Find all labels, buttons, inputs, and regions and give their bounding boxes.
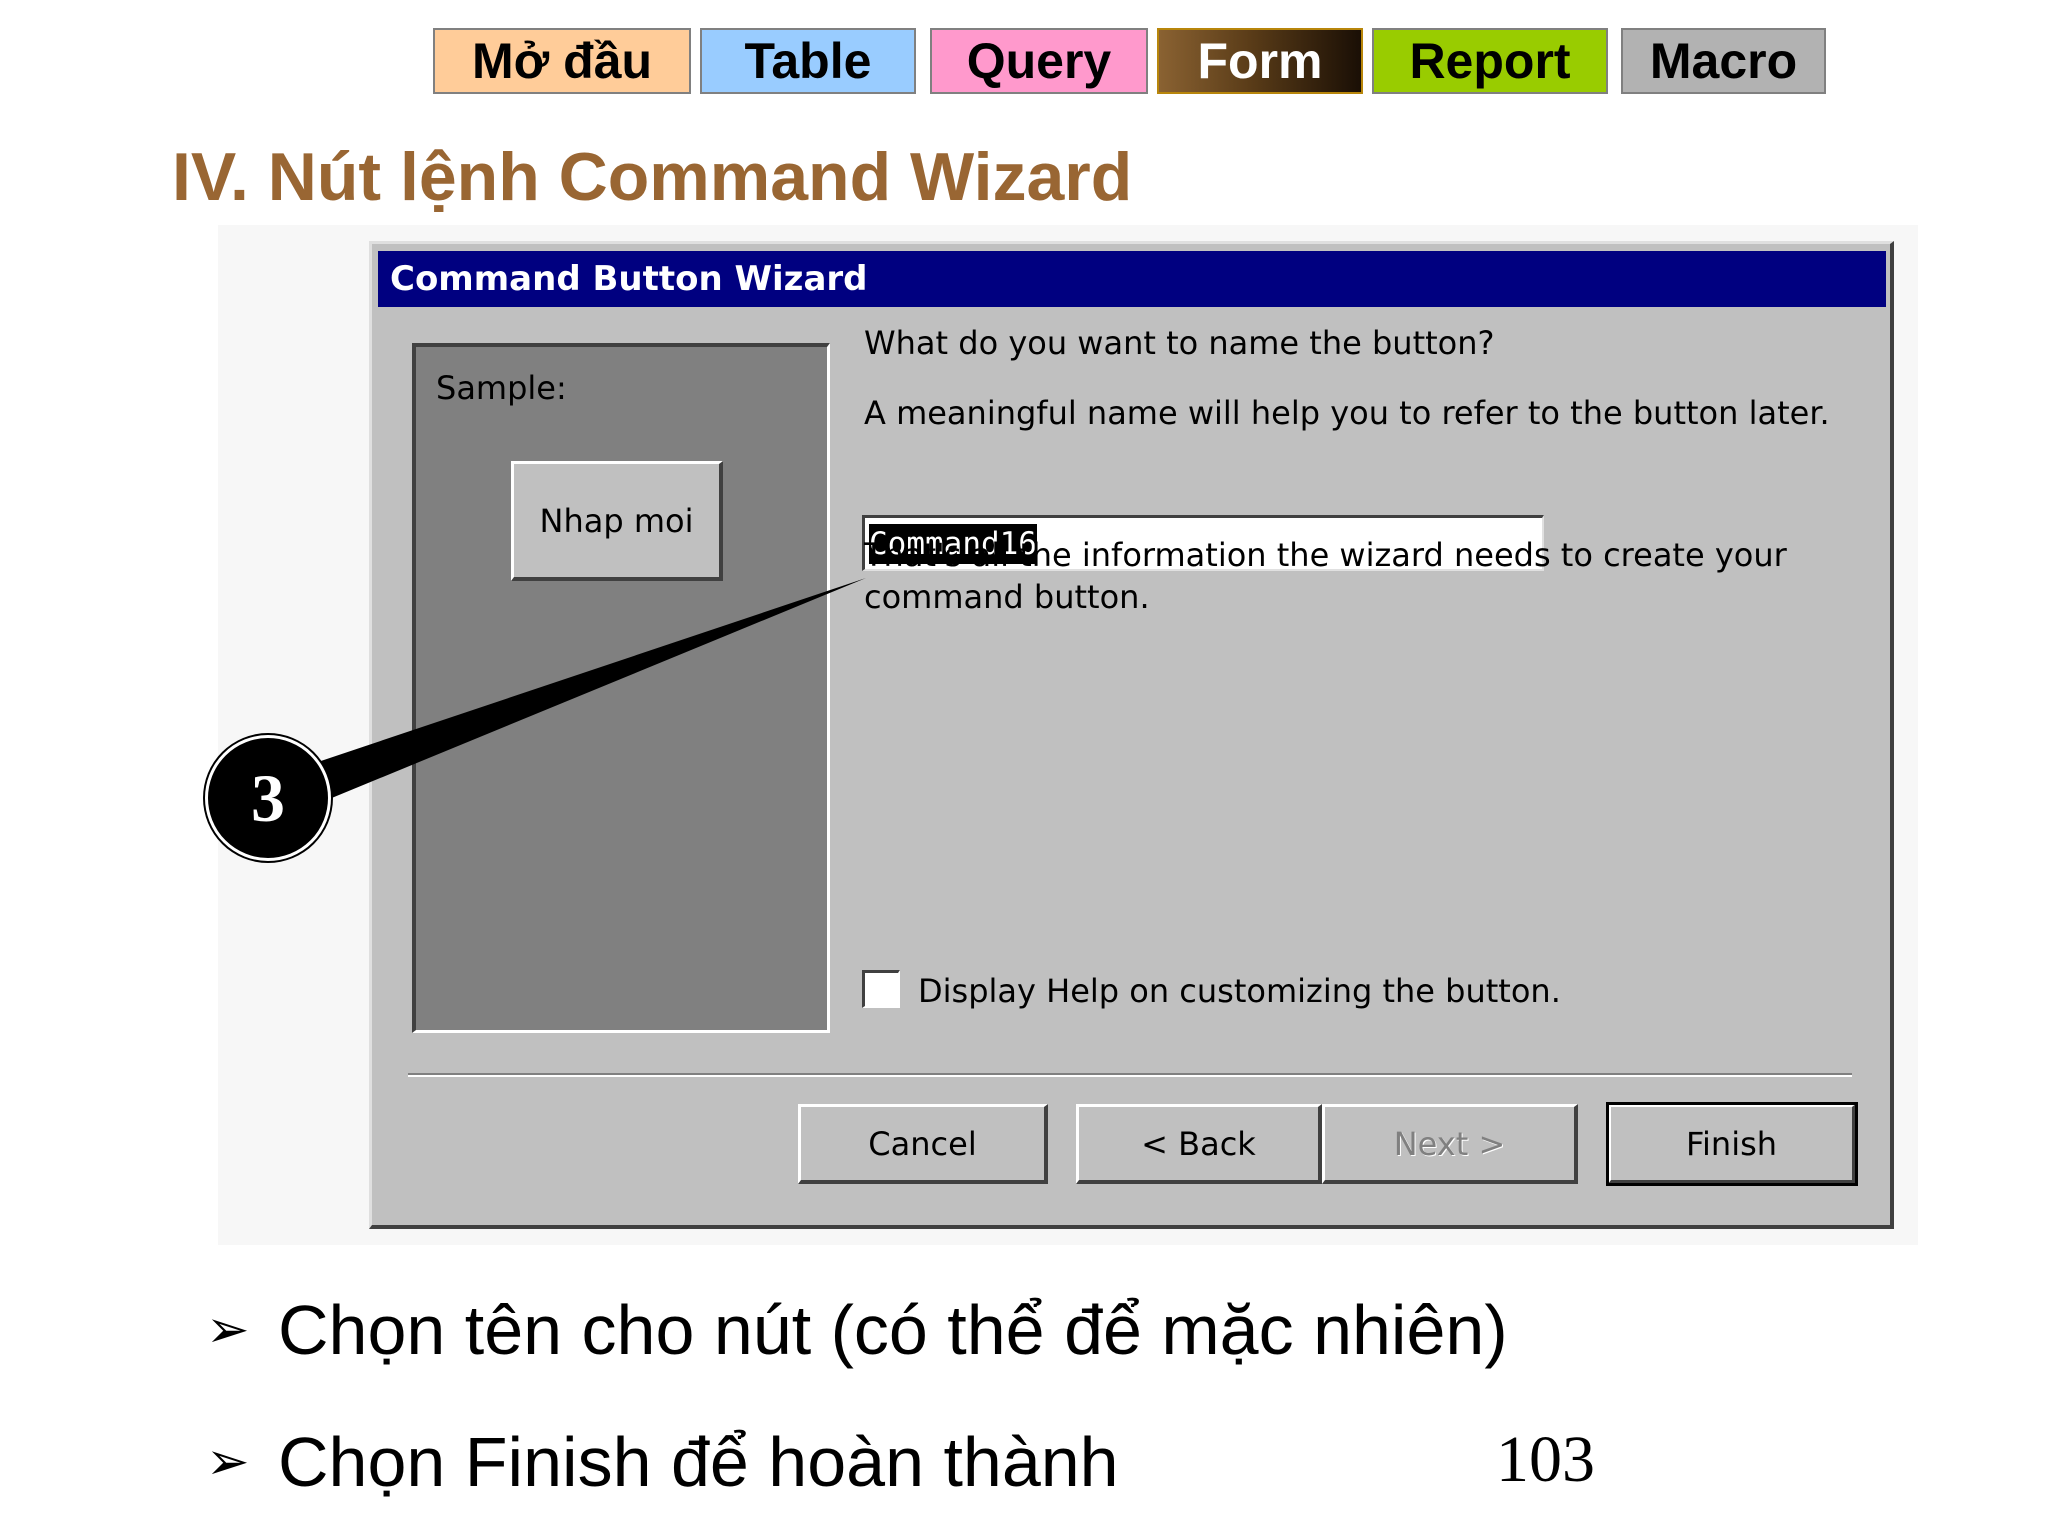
- finish-button[interactable]: Finish: [1606, 1102, 1858, 1186]
- cancel-button[interactable]: Cancel: [798, 1104, 1048, 1184]
- sample-label: Sample:: [436, 369, 567, 407]
- tab-mo-dau[interactable]: Mở đầu: [433, 28, 691, 94]
- arrow-bullet-icon: ➢: [206, 1432, 250, 1492]
- sample-preview-button: Nhap moi: [511, 461, 723, 581]
- tab-table[interactable]: Table: [700, 28, 916, 94]
- bullet-item: ➢ Chọn Finish để hoàn thành: [206, 1422, 1119, 1502]
- display-help-label[interactable]: Display Help on customizing the button.: [918, 970, 1561, 1012]
- dialog-title: Command Button Wizard: [390, 259, 868, 299]
- bullet-item: ➢ Chọn tên cho nút (có thể để mặc nhiên): [206, 1290, 1508, 1370]
- callout-step-number: 3: [251, 759, 285, 836]
- tab-form[interactable]: Form: [1157, 28, 1363, 94]
- name-hint: A meaningful name will help you to refer…: [864, 394, 1830, 432]
- name-question: What do you want to name the button?: [864, 324, 1495, 362]
- bullet-text: Chọn Finish để hoàn thành: [278, 1423, 1119, 1501]
- button-row-separator: [408, 1073, 1852, 1077]
- sample-panel: Sample: Nhap moi: [412, 343, 830, 1033]
- info-line-1: That's all the information the wizard ne…: [864, 536, 1787, 574]
- callout-step-badge: 3: [205, 735, 331, 861]
- info-line-2: command button.: [864, 578, 1150, 616]
- command-button-wizard-dialog: Command Button Wizard Sample: Nhap moi W…: [369, 241, 1894, 1229]
- page-number: 103: [1496, 1423, 1595, 1496]
- tab-report[interactable]: Report: [1372, 28, 1608, 94]
- back-button[interactable]: < Back: [1076, 1104, 1322, 1184]
- arrow-bullet-icon: ➢: [206, 1300, 250, 1360]
- next-button[interactable]: Next >: [1322, 1104, 1578, 1184]
- tab-macro[interactable]: Macro: [1621, 28, 1826, 94]
- display-help-checkbox[interactable]: [862, 970, 900, 1008]
- tab-query[interactable]: Query: [930, 28, 1148, 94]
- dialog-title-bar[interactable]: Command Button Wizard: [378, 251, 1886, 307]
- slide-title: IV. Nút lệnh Command Wizard: [172, 139, 1133, 215]
- bullet-text: Chọn tên cho nút (có thể để mặc nhiên): [278, 1291, 1508, 1369]
